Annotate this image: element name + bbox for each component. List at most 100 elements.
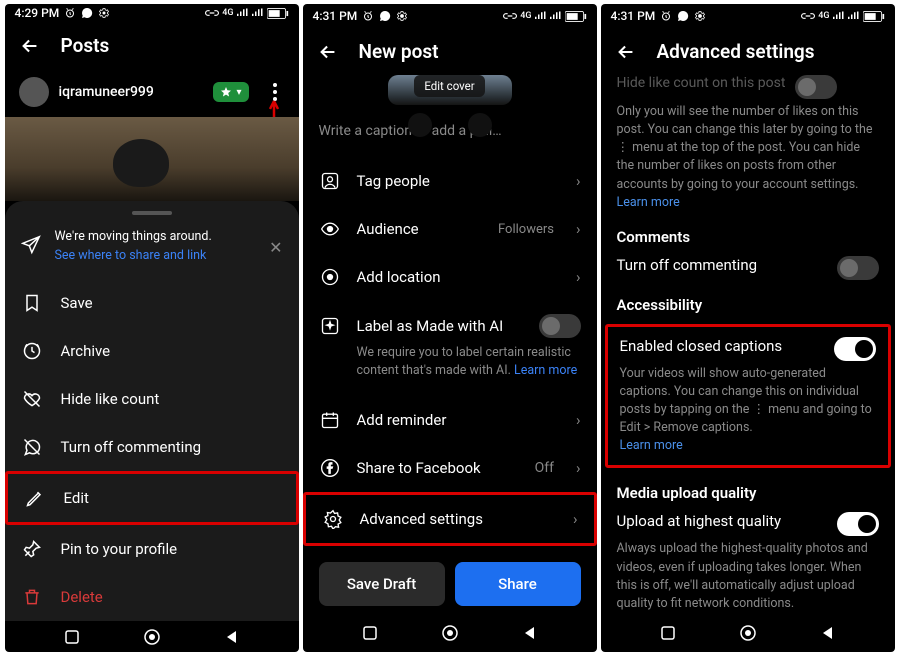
post-image[interactable] [5, 117, 299, 201]
page-title: New post [359, 40, 439, 63]
nav-home[interactable] [735, 620, 761, 646]
header: Posts [5, 22, 299, 69]
nav-back[interactable] [219, 624, 245, 650]
learn-more-link[interactable]: Learn more [620, 438, 683, 453]
closed-captions-block: Enabled closed captions Your videos will… [605, 324, 891, 469]
nav-back[interactable] [517, 620, 543, 646]
bookmark-icon [21, 292, 43, 314]
opt-audience[interactable]: Audience Followers › [303, 205, 597, 253]
system-nav [5, 621, 299, 652]
whatsapp-icon [677, 10, 689, 22]
menu-label: Turn off commenting [61, 438, 202, 456]
media-quality-section-title: Media upload quality [617, 484, 879, 502]
hide-like-desc: Only you will see the number of likes on… [617, 104, 873, 210]
opt-add-location[interactable]: Add location › [303, 253, 597, 301]
chevron-right-icon: › [576, 411, 581, 429]
screen-new-post: 4:31 PM 4G New post Edit cover [303, 4, 597, 652]
menu-save[interactable]: Save [5, 279, 299, 327]
system-nav [601, 612, 895, 652]
cover-thumb[interactable]: Edit cover [388, 75, 512, 105]
ai-toggle[interactable] [539, 314, 581, 338]
menu-turn-off-commenting[interactable]: Turn off commenting [5, 423, 299, 471]
opt-label: Advanced settings [360, 510, 483, 528]
caption-input[interactable]: Write a caption or add a poll… [303, 109, 597, 157]
menu-edit[interactable]: Edit [5, 471, 299, 525]
archive-icon [21, 340, 43, 362]
nav-home[interactable] [437, 620, 463, 646]
more-options-button[interactable] [265, 83, 285, 101]
sheet-handle[interactable] [132, 211, 172, 215]
cc-desc: Your videos will show auto-generated cap… [620, 366, 872, 454]
menu-label: Save [61, 294, 93, 312]
opt-advanced-settings[interactable]: Advanced settings › [303, 492, 597, 546]
chevron-down-icon: ▾ [236, 87, 241, 98]
highest-quality-toggle[interactable] [837, 512, 879, 536]
menu-label: Delete [61, 588, 103, 606]
nav-recent[interactable] [59, 624, 85, 650]
accessibility-section-title: Accessibility [617, 296, 879, 314]
page-title: Posts [61, 34, 110, 57]
opt-value: Followers [498, 222, 554, 237]
banner-text: We're moving things around. [55, 229, 212, 244]
nav-recent[interactable] [357, 620, 383, 646]
avatar[interactable] [19, 77, 49, 107]
comments-section-title: Comments [617, 228, 879, 246]
back-button[interactable] [317, 41, 339, 63]
status-bar: 4:29 PM 4G [5, 4, 299, 22]
pencil-icon [24, 487, 46, 509]
opt-add-reminder[interactable]: Add reminder › [303, 396, 597, 444]
learn-more-link[interactable]: Learn more [617, 195, 680, 210]
opt-label: Label as Made with AI [357, 317, 504, 335]
link-icon [503, 11, 517, 21]
menu-hide-like-count[interactable]: Hide like count [5, 375, 299, 423]
menu-delete[interactable]: Delete [5, 573, 299, 621]
nav-recent[interactable] [655, 620, 681, 646]
opt-share-facebook[interactable]: Share to Facebook Off › [303, 444, 597, 492]
menu-label: Pin to your profile [61, 540, 178, 558]
status-bar: 4:31 PM 4G [303, 4, 597, 28]
edit-cover-label[interactable]: Edit cover [414, 75, 484, 97]
turn-off-commenting-row: Turn off commenting [617, 256, 879, 280]
menu-pin-to-profile[interactable]: Pin to your profile [5, 525, 299, 573]
nav-back[interactable] [815, 620, 841, 646]
comment-off-icon [21, 436, 43, 458]
cc-title: Enabled closed captions [620, 337, 824, 355]
person-tag-icon [319, 170, 341, 192]
comments-toggle[interactable] [837, 256, 879, 280]
save-draft-button[interactable]: Save Draft [319, 562, 445, 606]
signal-4g-icon: 4G [222, 8, 233, 18]
banner-link[interactable]: See where to share and link [55, 248, 256, 265]
opt-tag-people[interactable]: Tag people › [303, 157, 597, 205]
menu-archive[interactable]: Archive [5, 327, 299, 375]
status-time: 4:31 PM [611, 9, 656, 23]
link-icon [205, 8, 219, 18]
hide-like-toggle[interactable] [795, 75, 837, 99]
row-label: Turn off commenting [617, 256, 827, 274]
username[interactable]: iqramuneer999 [59, 84, 204, 100]
closed-captions-toggle[interactable] [834, 337, 876, 361]
eye-icon [319, 218, 341, 240]
opt-ai-label[interactable]: Label as Made with AI [303, 301, 597, 342]
signal-4g-icon: 4G [818, 11, 829, 21]
opt-label: Audience [357, 220, 419, 238]
back-button[interactable] [615, 41, 637, 63]
learn-more-link[interactable]: Learn more [514, 363, 577, 378]
nav-home[interactable] [139, 624, 165, 650]
close-icon[interactable]: ✕ [269, 238, 282, 257]
share-button[interactable]: Share [455, 562, 581, 606]
hq-desc: Always upload the highest-quality photos… [617, 541, 868, 610]
signal-icon-2 [848, 11, 860, 21]
calendar-icon [319, 409, 341, 431]
opt-label: Add reminder [357, 411, 447, 429]
back-button[interactable] [19, 35, 41, 57]
menu-label: Archive [61, 342, 111, 360]
link-icon [801, 11, 815, 21]
paper-plane-icon [21, 235, 41, 259]
gear-icon [322, 508, 344, 530]
signal-icon-2 [550, 11, 562, 21]
signal-4g-icon: 4G [520, 11, 531, 21]
chevron-right-icon: › [576, 459, 581, 477]
close-friends-badge[interactable]: ▾ [213, 82, 248, 102]
signal-icon [833, 11, 845, 21]
screen-advanced-settings: 4:31 PM 4G Advanced settings Hi [601, 4, 895, 652]
